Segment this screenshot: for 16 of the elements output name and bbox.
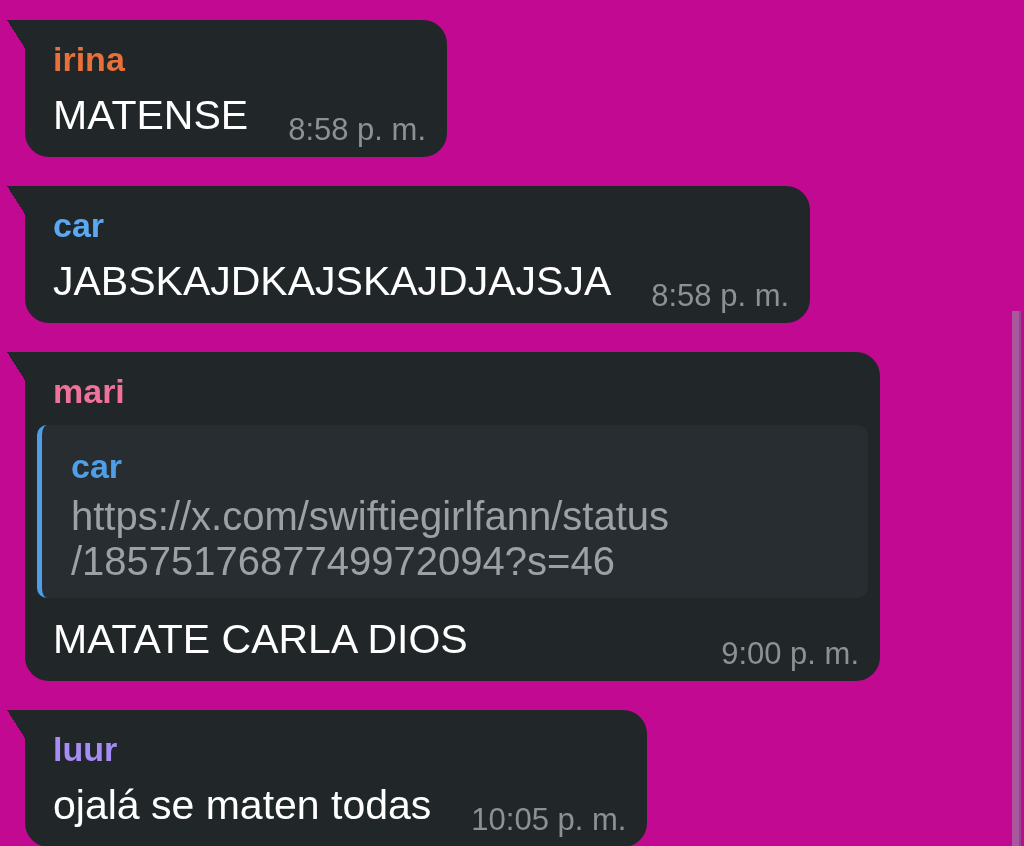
message-time: 9:00 p. m. [721,636,859,672]
quote-sender-name: car [71,446,123,486]
sender-name: car [53,205,105,245]
sender-name: mari [53,371,125,411]
message-text: JABSKAJDKAJSKAJDJAJSJA [53,257,612,305]
quote-text: https://x.com/swiftiegirlfann/status /1857517687749972094?s=46 [71,494,669,584]
message-time: 8:58 p. m. [651,278,790,314]
message-time: 8:58 p. m. [288,112,426,148]
scrollbar-thumb[interactable] [1012,311,1021,846]
message-text: MATATE CARLA DIOS [53,615,468,663]
message-time: 10:05 p. m. [471,802,627,838]
message-text: ojalá se maten todas [53,781,432,829]
sender-name: irina [53,39,125,79]
message-text: MATENSE [53,91,249,139]
sender-name: luur [53,729,118,769]
quoted-message[interactable]: car https://x.com/swiftiegirlfann/status /1857517687749972094?s=46 [37,425,868,598]
